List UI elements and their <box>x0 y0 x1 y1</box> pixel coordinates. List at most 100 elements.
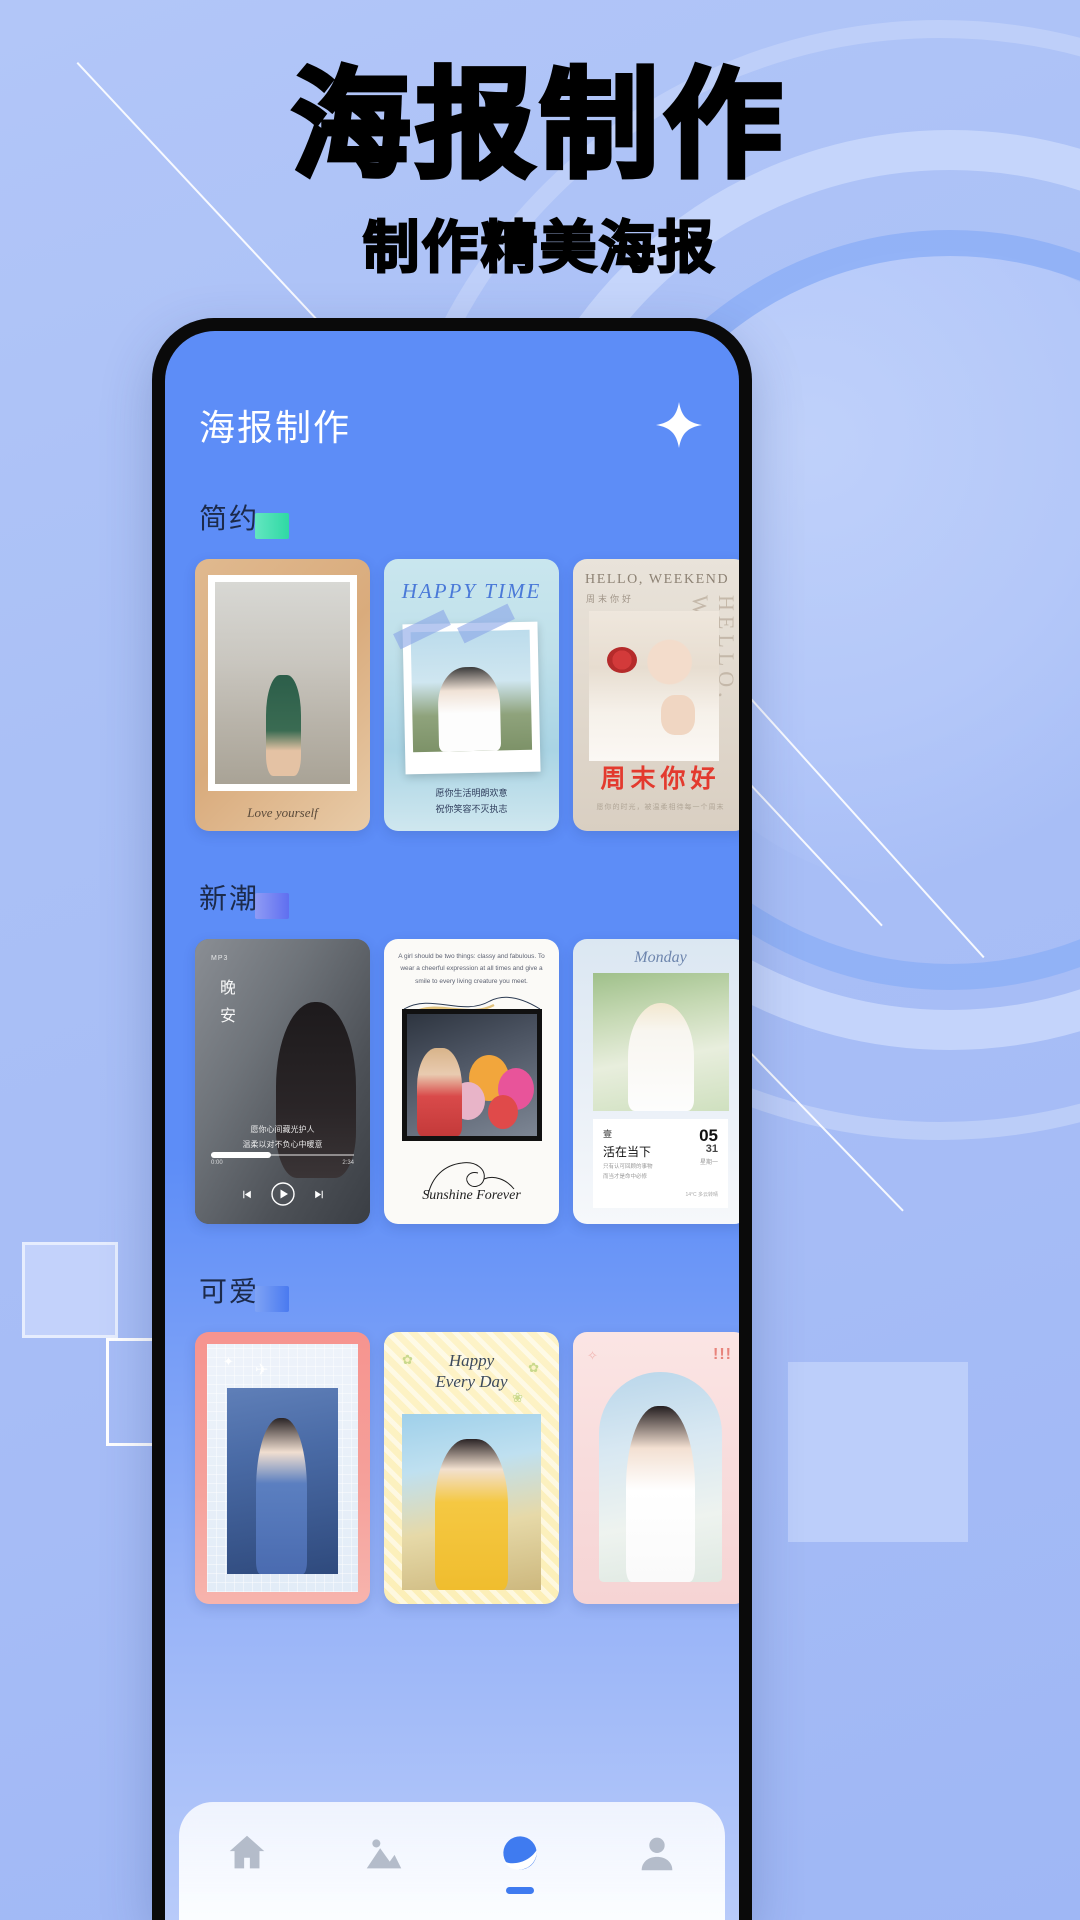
card-photo <box>599 1372 722 1582</box>
flower-icon-2: ✿ <box>528 1360 539 1375</box>
card-title-cn: 周末你好 <box>586 594 635 604</box>
app-screen: 海报制作 简约 Love yourself HAPPY TIME 愿你生活明朗欢… <box>165 331 739 1920</box>
section-title-cute: 可爱 <box>199 1276 260 1307</box>
template-card-cute-pink-grid[interactable]: ✦ ✈ <box>195 1332 370 1604</box>
section-header-simple: 简约 <box>195 497 290 539</box>
card-photo <box>215 582 350 784</box>
card-photo <box>593 973 729 1111</box>
calendar-right: 05 31 星期一 <box>699 1127 718 1166</box>
calendar-top-row: 壹 活在当下 只有认可回顾的事物 而当才是命中必修 05 31 星期一 <box>603 1127 718 1183</box>
nav-discover[interactable] <box>475 1828 565 1894</box>
card-mark: !!! <box>713 1346 732 1363</box>
card-photo-frame <box>402 1009 542 1141</box>
caption-line-2: 祝你笑容不灭执志 <box>435 803 508 814</box>
section-accent-trendy <box>255 893 290 919</box>
decor-square-fill <box>788 1362 968 1542</box>
person-icon[interactable] <box>634 1830 680 1876</box>
section-cute: 可爱 ✦ ✈ Happy Every Day ✿ ✿ ❀ ✧ !!! <box>195 1270 739 1604</box>
calendar-label-cn: 壹 <box>603 1129 613 1139</box>
calendar-day: 05 <box>699 1126 718 1145</box>
desc-line-2: 而当才是命中必修 <box>603 1173 648 1180</box>
card-photo <box>402 1414 541 1590</box>
template-card-happy-time[interactable]: HAPPY TIME 愿你生活明朗欢意 祝你笑容不灭执志 <box>384 559 559 831</box>
page-title: 海报制作 <box>289 56 788 194</box>
section-trendy: 新潮 MP3 晚安 愿你心间藏光护人 温柔以对不负心中暖意 0:00 2:34 … <box>195 877 739 1224</box>
promo-headline: 海报制作 制作精美海报 <box>0 56 1080 284</box>
section-header-cute: 可爱 <box>195 1270 290 1312</box>
bottom-navigation <box>179 1802 725 1920</box>
calendar-extra: 14°C 多云转晴 <box>685 1191 718 1198</box>
template-card-good-night[interactable]: MP3 晚安 愿你心间藏光护人 温柔以对不负心中暖意 0:00 2:34 <box>195 939 370 1224</box>
balloon-4 <box>487 1094 518 1129</box>
sparkle-decoration: ✧ <box>587 1348 598 1363</box>
photo-figure <box>266 674 302 776</box>
card-footer: 愿你的时光，被温柔相待每一个周末 <box>596 804 725 812</box>
card-inner: ✦ ✈ <box>207 1344 358 1592</box>
calendar-title-cn: 活在当下 <box>603 1145 652 1159</box>
card-caption: Sunshine Forever <box>422 1188 521 1203</box>
card-portrait <box>589 611 719 761</box>
nav-indicator <box>506 1887 535 1894</box>
section-simple: 简约 Love yourself HAPPY TIME 愿你生活明朗欢意 祝你笑… <box>195 497 739 831</box>
nav-profile[interactable] <box>612 1830 702 1892</box>
template-card-sunshine-forever[interactable]: A girl should be two things: classy and … <box>384 939 559 1224</box>
card-vertical-text: 晚安 <box>217 979 234 1035</box>
card-photo <box>227 1388 338 1574</box>
progress-bar-group[interactable]: 0:00 2:34 <box>211 1152 354 1166</box>
card-week-label: Monday <box>634 949 687 966</box>
card-lyrics: 愿你心间藏光护人 温柔以对不负心中暖意 <box>195 1122 370 1152</box>
calendar-day-sub: 星期一 <box>699 1160 718 1166</box>
nav-home[interactable] <box>202 1830 292 1892</box>
card-headline: 周末你好 <box>600 764 721 793</box>
section-accent-cute <box>255 1286 290 1312</box>
progress-track[interactable] <box>211 1152 354 1158</box>
calendar-panel: 壹 活在当下 只有认可回顾的事物 而当才是命中必修 05 31 星期一 14°C… <box>593 1119 728 1208</box>
card-caption: 愿你生活明朗欢意 祝你笑容不灭执志 <box>384 786 559 817</box>
player-controls[interactable] <box>195 1182 370 1206</box>
home-icon[interactable] <box>224 1830 270 1876</box>
photo-person <box>417 1048 462 1136</box>
play-icon[interactable] <box>270 1182 295 1206</box>
time-end: 2:34 <box>342 1160 354 1166</box>
star-icon: ✦ <box>223 1354 234 1369</box>
section-header-trendy: 新潮 <box>195 877 290 919</box>
section-title-trendy: 新潮 <box>199 883 260 914</box>
page-subtitle: 制作精美海报 <box>362 215 717 283</box>
card-intro-text: A girl should be two things: classy and … <box>398 953 545 985</box>
caption-line-1: 愿你生活明朗欢意 <box>435 788 508 799</box>
nav-gallery[interactable] <box>339 1830 429 1892</box>
template-card-hello-weekend[interactable]: HELLO, WEEKEND 周末你好 HELLO, WEEKEND 周末你好 … <box>573 559 739 831</box>
card-title-en: HELLO, WEEKEND <box>585 572 730 587</box>
paper-plane-icon: ✈ <box>255 1362 269 1379</box>
card-photo <box>407 1014 537 1136</box>
decor-square-outline-1 <box>22 1242 118 1338</box>
flower-icon-1: ✿ <box>402 1352 413 1367</box>
card-photo-frame <box>208 575 357 791</box>
template-card-happy-every-day[interactable]: Happy Every Day ✿ ✿ ❀ <box>384 1332 559 1604</box>
prev-icon[interactable] <box>240 1188 253 1201</box>
lyric-line-1: 愿你心间藏光护人 <box>250 1124 315 1134</box>
phone-mockup: 海报制作 简约 Love yourself HAPPY TIME 愿你生活明朗欢… <box>152 318 752 1920</box>
template-row-trendy: MP3 晚安 愿你心间藏光护人 温柔以对不负心中暖意 0:00 2:34 A g… <box>195 939 739 1224</box>
calendar-month: 31 <box>705 1143 718 1155</box>
template-card-cute-girl-pink[interactable]: ✧ !!! <box>573 1332 739 1604</box>
template-scroll-area[interactable]: 简约 Love yourself HAPPY TIME 愿你生活明朗欢意 祝你笑… <box>165 497 739 1724</box>
card-badge: MP3 <box>211 955 229 962</box>
template-row-simple: Love yourself HAPPY TIME 愿你生活明朗欢意 祝你笑容不灭… <box>195 559 739 831</box>
time-start: 0:00 <box>211 1160 223 1166</box>
polaroid-photo <box>410 629 533 753</box>
image-icon[interactable] <box>361 1830 407 1876</box>
planet-icon[interactable] <box>495 1828 545 1878</box>
flower-icon-3: ❀ <box>512 1390 523 1405</box>
calendar-left: 壹 活在当下 只有认可回顾的事物 而当才是命中必修 <box>603 1127 653 1183</box>
app-header-title: 海报制作 <box>199 407 352 448</box>
template-card-monday[interactable]: Monday 壹 活在当下 只有认可回顾的事物 而当才是命中必修 05 31 星… <box>573 939 739 1224</box>
sparkle-icon[interactable] <box>653 399 705 451</box>
card-polaroid <box>402 621 541 775</box>
next-icon[interactable] <box>313 1188 326 1201</box>
template-card-love-yourself[interactable]: Love yourself <box>195 559 370 831</box>
calendar-desc: 只有认可回顾的事物 而当才是命中必修 <box>603 1163 653 1183</box>
template-row-cute: ✦ ✈ Happy Every Day ✿ ✿ ❀ ✧ !!! <box>195 1332 739 1604</box>
lyric-line-2: 温柔以对不负心中暖意 <box>242 1139 323 1149</box>
desc-line-1: 只有认可回顾的事物 <box>603 1164 653 1170</box>
